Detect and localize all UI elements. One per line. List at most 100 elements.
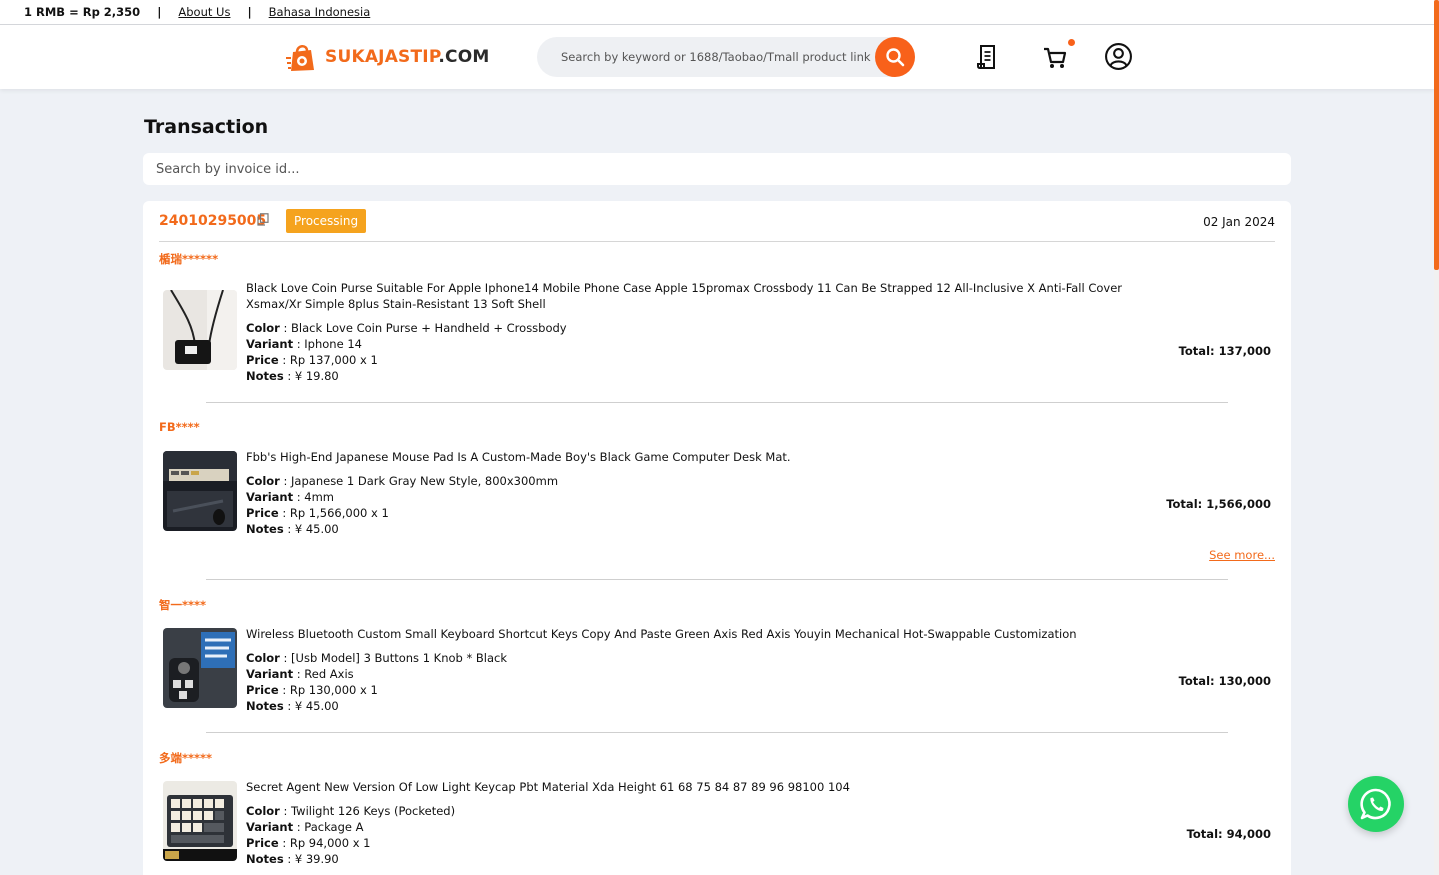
notes-value: : ¥ 45.00 [283, 699, 339, 713]
product-name[interactable]: Black Love Coin Purse Suitable For Apple… [246, 280, 1166, 312]
product-price: Price : Rp 137,000 x 1 [246, 352, 1166, 368]
product-variant: Variant : Red Axis [246, 666, 1166, 682]
product-price: Price : Rp 130,000 x 1 [246, 682, 1166, 698]
color-value: : [Usb Model] 3 Buttons 1 Knob * Black [279, 651, 508, 665]
about-us-link[interactable]: About Us [178, 5, 230, 19]
color-label: Color [246, 651, 280, 665]
item-total: Total: 137,000 [1178, 344, 1271, 358]
product-price: Price : Rp 1,566,000 x 1 [246, 505, 1166, 521]
color-value: : Twilight 126 Keys (Pocketed) [279, 804, 456, 818]
product-color: Color : Twilight 126 Keys (Pocketed) [246, 803, 1166, 819]
brand-name: SUKAJASTIP.COM [325, 47, 489, 67]
price-value: : Rp 1,566,000 x 1 [278, 506, 389, 520]
receipt-icon[interactable] [975, 43, 1001, 71]
product-variant: Variant : Iphone 14 [246, 336, 1166, 352]
price-label: Price [246, 836, 279, 850]
item-total: Total: 1,566,000 [1166, 497, 1271, 511]
shopping-bag-logo-icon [286, 45, 314, 71]
site-logo[interactable]: SUKAJASTIP.COM [285, 39, 489, 75]
variant-value: : Package A [293, 820, 364, 834]
product-image[interactable] [163, 290, 237, 370]
variant-value: : Red Axis [293, 667, 354, 681]
product-info: Black Love Coin Purse Suitable For Apple… [246, 280, 1166, 384]
product-search-bar[interactable]: Search by keyword or 1688/Taobao/Tmall p… [537, 37, 915, 77]
separator: | [247, 5, 252, 19]
user-icon[interactable] [1104, 42, 1133, 71]
invoice-id[interactable]: 24010295005 [159, 213, 266, 229]
product-notes: Notes : ¥ 45.00 [246, 521, 1166, 537]
transaction-date: 02 Jan 2024 [1203, 215, 1275, 229]
notes-label: Notes [246, 699, 284, 713]
site-header: SUKAJASTIP.COM Search by keyword or 1688… [0, 25, 1434, 89]
copy-icon[interactable] [257, 213, 269, 226]
notes-value: : ¥ 45.00 [283, 522, 339, 536]
color-label: Color [246, 474, 280, 488]
variant-value: : Iphone 14 [293, 337, 362, 351]
brand-name-main: SUKAJASTIP [325, 47, 439, 67]
store-name: 多端***** [159, 751, 213, 765]
store-name: 楯瑞****** [159, 252, 219, 266]
product-notes: Notes : ¥ 45.00 [246, 698, 1166, 714]
product-color: Color : [Usb Model] 3 Buttons 1 Knob * B… [246, 650, 1166, 666]
invoice-search-input[interactable]: Search by invoice id... [143, 153, 1291, 185]
product-image[interactable] [163, 781, 237, 861]
page-title: Transaction [144, 116, 269, 138]
notes-value: : ¥ 19.80 [283, 369, 339, 383]
divider [206, 579, 1228, 580]
notes-label: Notes [246, 522, 284, 536]
product-variant: Variant : 4mm [246, 489, 1166, 505]
see-more-link[interactable]: See more... [1209, 548, 1275, 562]
cart-icon[interactable] [1042, 43, 1068, 71]
top-info-bar: 1 RMB = Rp 2,350 | About Us | Bahasa Ind… [0, 0, 1434, 25]
divider [206, 402, 1228, 403]
variant-value: : 4mm [293, 490, 335, 504]
color-label: Color [246, 804, 280, 818]
phone-purse-thumbnail [163, 290, 237, 370]
product-info: Fbb's High-End Japanese Mouse Pad Is A C… [246, 449, 1166, 537]
product-name[interactable]: Fbb's High-End Japanese Mouse Pad Is A C… [246, 449, 1166, 465]
product-name[interactable]: Wireless Bluetooth Custom Small Keyboard… [246, 626, 1166, 642]
product-notes: Notes : ¥ 19.80 [246, 368, 1166, 384]
macro-keyboard-thumbnail [163, 628, 237, 708]
mouse-pad-thumbnail [163, 451, 237, 531]
separator: | [157, 5, 162, 19]
price-label: Price [246, 506, 279, 520]
product-name[interactable]: Secret Agent New Version Of Low Light Ke… [246, 779, 1166, 795]
transaction-card: 24010295005 Processing 02 Jan 2024 楯瑞***… [143, 201, 1291, 875]
price-label: Price [246, 683, 279, 697]
whatsapp-icon [1360, 788, 1391, 820]
status-badge: Processing [286, 209, 367, 233]
product-image[interactable] [163, 451, 237, 531]
price-value: : Rp 130,000 x 1 [278, 683, 378, 697]
variant-label: Variant [246, 490, 294, 504]
color-label: Color [246, 321, 280, 335]
color-value: : Japanese 1 Dark Gray New Style, 800x30… [279, 474, 559, 488]
language-link[interactable]: Bahasa Indonesia [269, 5, 371, 19]
transaction-header: 24010295005 Processing 02 Jan 2024 [159, 209, 1275, 242]
notes-label: Notes [246, 852, 284, 866]
product-search-input[interactable]: Search by keyword or 1688/Taobao/Tmall p… [561, 50, 871, 64]
exchange-rate: 1 RMB = Rp 2,350 [24, 5, 141, 19]
product-variant: Variant : Package A [246, 819, 1166, 835]
product-info: Wireless Bluetooth Custom Small Keyboard… [246, 626, 1166, 714]
divider [206, 732, 1228, 733]
scrollbar-thumb[interactable] [1434, 0, 1439, 270]
item-total: Total: 94,000 [1186, 827, 1271, 841]
keycap-set-thumbnail [163, 781, 237, 861]
store-name: 智一**** [159, 598, 207, 612]
notes-label: Notes [246, 369, 284, 383]
brand-name-domain: .COM [438, 47, 490, 67]
price-label: Price [246, 353, 279, 367]
item-total: Total: 130,000 [1178, 674, 1271, 688]
product-color: Color : Japanese 1 Dark Gray New Style, … [246, 473, 1166, 489]
store-name: FB**** [159, 420, 200, 434]
cart-notification-dot [1068, 39, 1075, 46]
search-icon [886, 48, 905, 67]
product-color: Color : Black Love Coin Purse + Handheld… [246, 320, 1166, 336]
variant-label: Variant [246, 337, 294, 351]
product-image[interactable] [163, 628, 237, 708]
whatsapp-chat-button[interactable] [1348, 776, 1404, 832]
search-button[interactable] [875, 37, 915, 77]
variant-label: Variant [246, 820, 294, 834]
product-info: Secret Agent New Version Of Low Light Ke… [246, 779, 1166, 867]
